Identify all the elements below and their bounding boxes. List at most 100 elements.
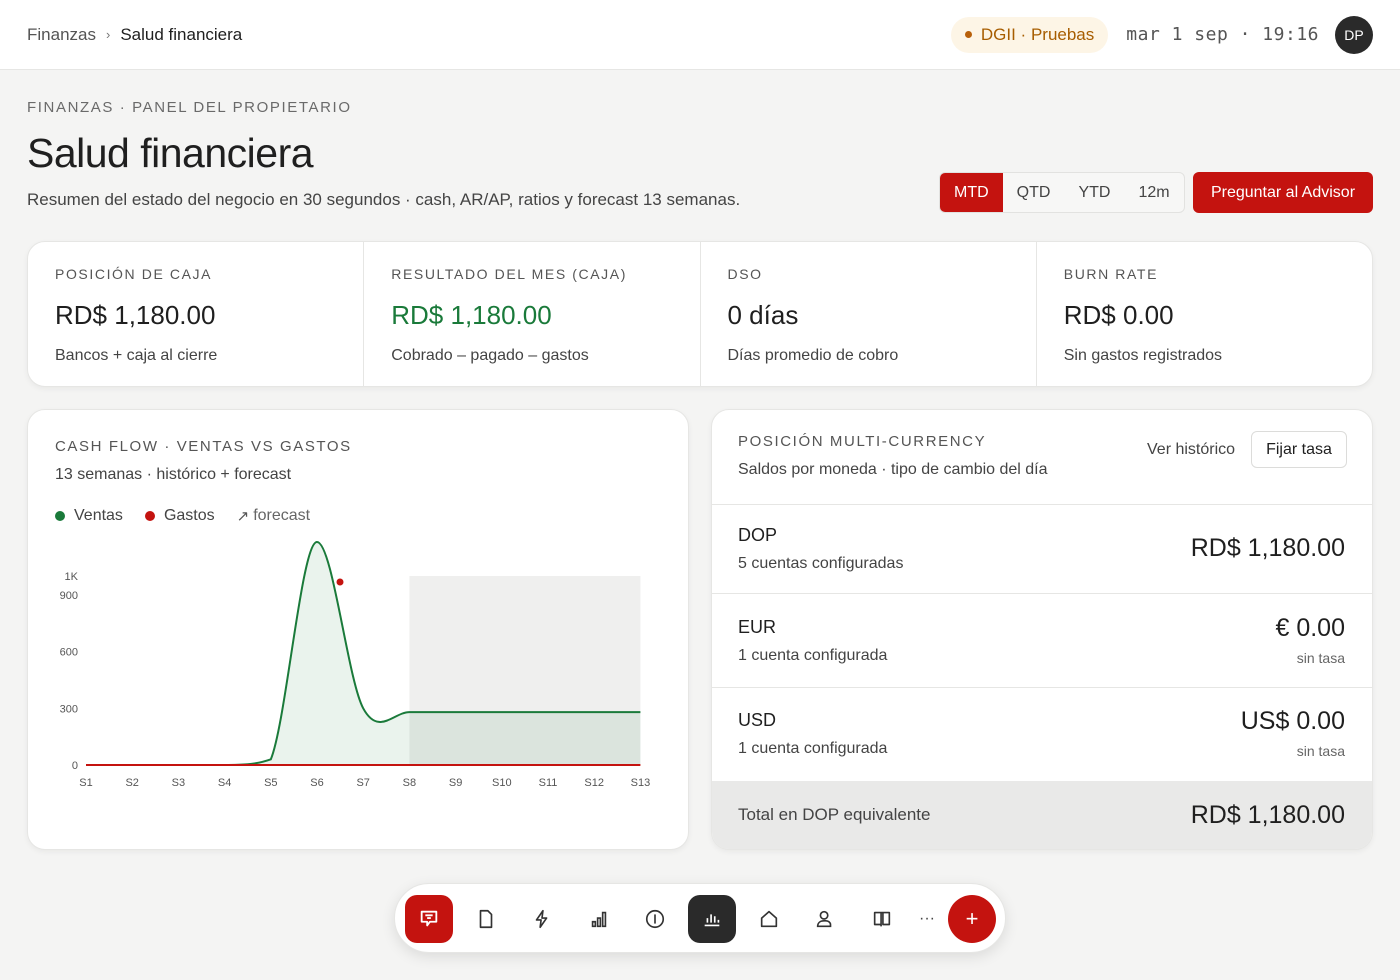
- total-label: Total en DOP equivalente: [738, 805, 931, 824]
- kpi-value: RD$ 0.00: [1063, 300, 1174, 330]
- period-tab-mtd[interactable]: MTD: [940, 173, 1003, 212]
- kpi-month-result: RESULTADO DEL MES (CAJA) RD$ 1,180.00 Co…: [363, 242, 699, 386]
- breadcrumb-separator-icon: ›: [105, 27, 111, 42]
- x-tick-label: S11: [539, 777, 558, 789]
- currency-row-dop[interactable]: DOP 5 cuentas configuradas RD$ 1,180.00: [712, 505, 1372, 594]
- currency-accounts: 1 cuenta configurada: [738, 740, 888, 757]
- home-icon[interactable]: [745, 895, 793, 943]
- x-tick-label: S13: [631, 777, 651, 789]
- fix-rate-button[interactable]: Fijar tasa: [1251, 431, 1347, 468]
- more-icon[interactable]: ···: [915, 895, 939, 943]
- x-tick-label: S4: [218, 777, 231, 789]
- status-dot-icon: [964, 31, 972, 38]
- total-value: RD$ 1,180.00: [1190, 801, 1345, 829]
- legend-label: Gastos: [163, 507, 215, 524]
- currency-accounts: 5 cuentas configuradas: [738, 555, 904, 572]
- y-tick-label: 600: [60, 647, 78, 659]
- fx-card-header: POSICIÓN MULTI-CURRENCY Saldos por moned…: [712, 410, 1372, 505]
- history-link[interactable]: Ver histórico: [1147, 441, 1235, 459]
- currency-amount: RD$ 1,180.00: [1190, 534, 1345, 562]
- card-eyebrow: CASH FLOW · VENTAS VS GASTOS: [55, 438, 352, 455]
- avatar[interactable]: DP: [1335, 15, 1373, 54]
- period-tab-12m[interactable]: 12m: [1124, 173, 1183, 212]
- kpi-value: 0 días: [727, 300, 799, 330]
- book-icon[interactable]: [858, 895, 906, 943]
- card-eyebrow: POSICIÓN MULTI-CURRENCY: [738, 433, 987, 450]
- kpi-value: RD$ 1,180.00: [391, 300, 552, 330]
- legend-dot-icon: [55, 511, 65, 521]
- page-title: Salud financiera: [27, 130, 314, 176]
- currency-code: DOP: [738, 525, 778, 545]
- breadcrumb-finanzas[interactable]: Finanzas: [27, 25, 96, 45]
- kpi-dso: DSO 0 días Días promedio de cobro: [699, 242, 1036, 386]
- currency-code: USD: [738, 710, 777, 730]
- fx-card: POSICIÓN MULTI-CURRENCY Saldos por moned…: [711, 409, 1373, 850]
- document-icon[interactable]: [462, 895, 510, 943]
- ask-advisor-button[interactable]: Preguntar al Advisor: [1193, 172, 1373, 213]
- gastos-marker: [336, 578, 344, 586]
- x-tick-label: S7: [356, 777, 369, 789]
- x-tick-label: S9: [449, 777, 462, 789]
- bar-chart-icon[interactable]: [575, 895, 623, 943]
- brand-icon[interactable]: [405, 895, 453, 943]
- user-icon[interactable]: [801, 895, 849, 943]
- environment-badge[interactable]: DGII · Pruebas: [950, 16, 1109, 53]
- x-tick-label: S6: [310, 777, 323, 789]
- legend-label: Ventas: [74, 507, 123, 524]
- kpi-label: RESULTADO DEL MES (CAJA): [391, 266, 627, 282]
- analytics-icon[interactable]: [688, 895, 736, 943]
- chart-legend: Ventas Gastos ↗ forecast: [55, 507, 332, 525]
- y-tick-label: 900: [60, 590, 78, 602]
- page-subtitle: Resumen del estado del negocio en 30 seg…: [27, 190, 741, 209]
- currency-accounts: 1 cuenta configurada: [738, 647, 888, 664]
- y-tick-label: 1K: [65, 571, 79, 583]
- kpi-panel: POSICIÓN DE CAJA RD$ 1,180.00 Bancos + c…: [27, 241, 1373, 387]
- top-bar: Finanzas › Salud financiera DGII · Prueb…: [0, 0, 1400, 70]
- environment-label: DGII · Pruebas: [980, 24, 1095, 44]
- currency-amount: € 0.00: [1275, 614, 1345, 642]
- kpi-label: POSICIÓN DE CAJA: [55, 266, 213, 282]
- currency-rate: sin tasa: [1296, 650, 1345, 666]
- period-tab-qtd[interactable]: QTD: [1003, 173, 1065, 212]
- breadcrumb-current: Salud financiera: [120, 24, 243, 44]
- currency-code: EUR: [738, 617, 777, 637]
- kpi-label: DSO: [727, 266, 763, 282]
- add-icon[interactable]: +: [948, 895, 996, 943]
- kpi-burn-rate: BURN RATE RD$ 0.00 Sin gastos registrado…: [1035, 242, 1372, 386]
- kpi-label: BURN RATE: [1063, 266, 1159, 282]
- period-selector: MTD QTD YTD 12m: [939, 172, 1185, 213]
- clock: mar 1 sep · 19:16: [1126, 24, 1319, 45]
- currency-amount: US$ 0.00: [1240, 707, 1345, 735]
- card-subtitle: Saldos por moneda · tipo de cambio del d…: [738, 461, 1048, 478]
- legend-dot-icon: [144, 511, 155, 521]
- currency-row-eur[interactable]: EUR 1 cuenta configurada € 0.00 sin tasa: [712, 594, 1372, 688]
- legend-item-forecast[interactable]: ↗ forecast: [237, 507, 311, 525]
- legend-item-ventas[interactable]: Ventas: [55, 507, 123, 525]
- kpi-cash-position: POSICIÓN DE CAJA RD$ 1,180.00 Bancos + c…: [28, 242, 363, 386]
- currency-row-usd[interactable]: USD 1 cuenta configurada US$ 0.00 sin ta…: [712, 688, 1372, 781]
- cashflow-card: 0 300 600 900 1K S1 S2 S3 S4 S5 S6 S7 S8 S9 S10 S11 S12 S…: [27, 409, 689, 850]
- legend-item-gastos[interactable]: Gastos: [144, 507, 215, 525]
- x-tick-label: S8: [403, 777, 416, 789]
- x-tick-label: S5: [264, 777, 277, 789]
- x-tick-label: S10: [492, 777, 512, 789]
- currency-rate: sin tasa: [1296, 743, 1345, 759]
- legend-label: forecast: [253, 507, 311, 524]
- x-tick-label: S1: [79, 777, 92, 789]
- x-tick-label: S3: [172, 777, 185, 789]
- card-subtitle: 13 semanas · histórico + forecast: [55, 466, 292, 483]
- bottom-dock: ··· +: [394, 883, 1006, 953]
- arrow-up-right-icon: ↗: [236, 508, 250, 525]
- kpi-note: Cobrado – pagado – gastos: [391, 347, 589, 364]
- x-tick-label: S2: [125, 777, 138, 789]
- fx-total-row: Total en DOP equivalente RD$ 1,180.00: [712, 781, 1372, 849]
- page-eyebrow: FINANZAS · PANEL DEL PROPIETARIO: [27, 99, 352, 116]
- info-icon[interactable]: [631, 895, 679, 943]
- lightning-icon[interactable]: [518, 895, 566, 943]
- x-tick-label: S12: [584, 777, 604, 789]
- breadcrumb: Finanzas › Salud financiera: [27, 25, 242, 45]
- y-tick-label: 300: [60, 703, 78, 715]
- period-tab-ytd[interactable]: YTD: [1064, 173, 1124, 212]
- y-tick-label: 0: [72, 760, 78, 772]
- kpi-note: Bancos + caja al cierre: [55, 347, 218, 364]
